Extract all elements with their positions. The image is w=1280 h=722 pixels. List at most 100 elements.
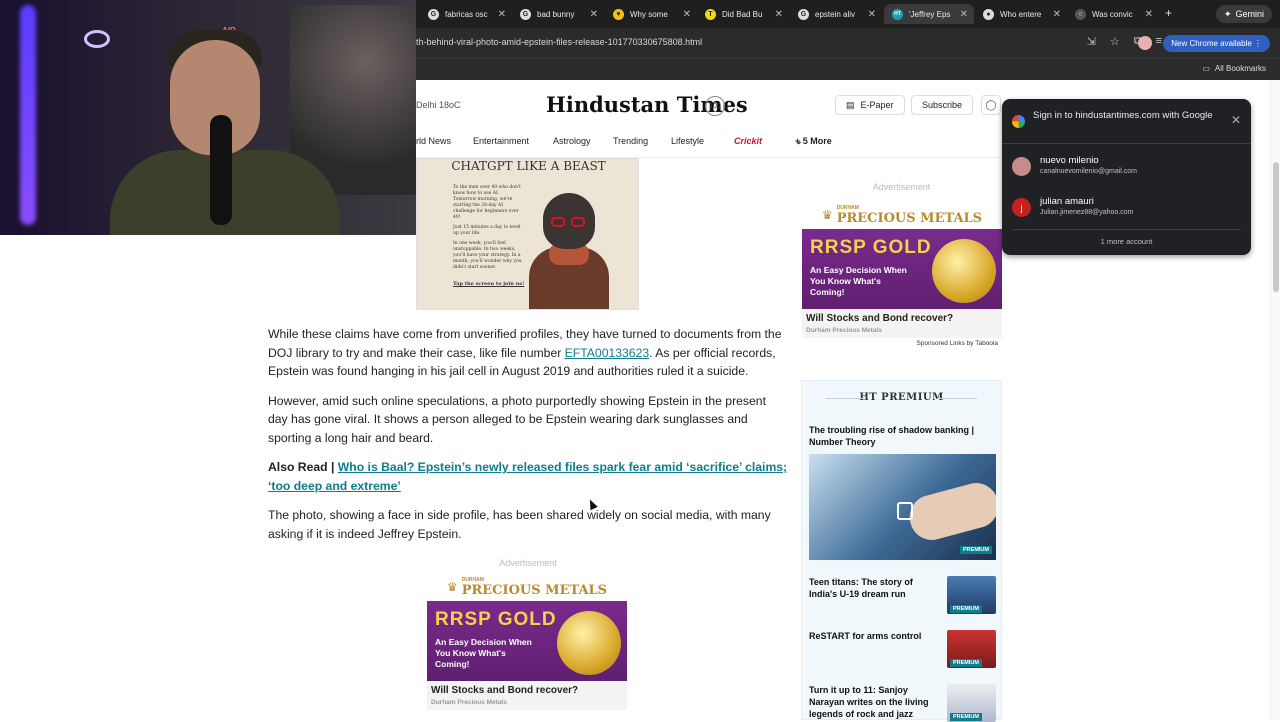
- premium-lead-story[interactable]: The troubling rise of shadow banking | N…: [809, 424, 994, 448]
- sidebar-ad[interactable]: ♛ DURHAM PRECIOUS METALS RRSP GOLD An Easy …: [802, 201, 1002, 349]
- epaper-button[interactable]: ▤ E-Paper: [835, 95, 905, 115]
- tab-label: bad bunny: [537, 9, 575, 19]
- divider: [1002, 143, 1251, 144]
- premium-badge: PREMIUM: [960, 546, 992, 554]
- account-name: nuevo milenio: [1040, 155, 1099, 166]
- promo-image[interactable]: CHATGPT LIKE A BEAST To the men over 40 …: [416, 158, 639, 310]
- account-option[interactable]: j julian amauri Julian.jimenez88@yahoo.c…: [1012, 194, 1242, 222]
- ad-footer: Will Stocks and Bond recover? Durham Prec…: [427, 681, 627, 710]
- account-name: julian amauri: [1040, 196, 1094, 207]
- tab-fabricas[interactable]: Gfabricas osc ✕: [420, 4, 512, 24]
- nav-world-news[interactable]: rld News: [416, 136, 451, 146]
- nav-lifestyle[interactable]: Lifestyle: [671, 136, 704, 146]
- user-account-icon[interactable]: ◯: [981, 95, 1001, 115]
- subscribe-button[interactable]: Subscribe: [911, 95, 974, 115]
- ht-premium-panel: HT PREMIUM The troubling rise of shadow …: [801, 380, 1002, 722]
- divider: [1012, 229, 1241, 230]
- nav-trending[interactable]: Trending: [613, 136, 648, 146]
- promo-line: Just 15 minutes a day to level up your l…: [453, 225, 521, 236]
- nav-cricket[interactable]: Crickit: [734, 136, 762, 146]
- ad-subtext: An Easy Decision When You Know What's Co…: [810, 265, 907, 297]
- tab-bad-bunny[interactable]: Gbad bunny ✕: [512, 4, 604, 24]
- tab-label: 'Jeffrey Eps: [909, 9, 951, 19]
- folder-icon: ▭: [1202, 64, 1210, 73]
- close-tab-icon[interactable]: ✕: [775, 9, 783, 20]
- close-tab-icon[interactable]: ✕: [960, 9, 968, 20]
- tab-search-icon[interactable]: ≡: [1156, 35, 1162, 48]
- profile-avatar[interactable]: [1138, 36, 1152, 50]
- nav-entertainment[interactable]: Entertainment: [473, 136, 529, 146]
- tab-jeffrey-epstein[interactable]: HT 'Jeffrey Eps ✕: [884, 4, 974, 24]
- story-title: ReSTART for arms control: [809, 631, 922, 641]
- promo-headline: CHATGPT LIKE A BEAST: [451, 159, 606, 173]
- avatar: j: [1012, 198, 1031, 217]
- nav-astrology[interactable]: Astrology: [553, 136, 591, 146]
- new-chrome-available-button[interactable]: New Chrome available ⋮: [1163, 35, 1270, 52]
- tab-label: Why some: [630, 9, 668, 19]
- close-tab-icon[interactable]: ✕: [1145, 9, 1153, 20]
- tab-who-entered[interactable]: ● Who entere ✕: [975, 4, 1067, 24]
- google-signin-popup: Sign in to hindustantimes.com with Googl…: [1002, 99, 1251, 255]
- also-read: Also Read | Who is Baal? Epstein’s newly…: [268, 458, 788, 495]
- close-icon[interactable]: ✕: [1231, 113, 1241, 127]
- premium-badge: PREMIUM: [950, 605, 982, 613]
- close-tab-icon[interactable]: ✕: [683, 9, 691, 20]
- tab-epstein-alive[interactable]: Gepstein aliv ✕: [790, 4, 882, 24]
- weather-widget[interactable]: Delhi 18oC: [416, 100, 461, 110]
- bookmark-star-icon[interactable]: ☆: [1110, 35, 1120, 48]
- google-logo-icon: [1012, 115, 1025, 128]
- tab-why-some[interactable]: ♥ Why some ✕: [605, 4, 697, 24]
- newspaper-icon: ▤: [846, 99, 855, 110]
- tab-label: Who entere: [1000, 9, 1042, 19]
- sparkle-icon: ✦: [1223, 8, 1232, 19]
- gemini-label: Gemini: [1235, 9, 1264, 19]
- premium-badge: PREMIUM: [950, 659, 982, 667]
- install-app-icon[interactable]: ⇲: [1087, 35, 1096, 48]
- ad-title: Will Stocks and Bond recover?: [431, 685, 579, 696]
- article-paragraph: However, amid such online speculations, …: [268, 393, 766, 446]
- ad-brand: ♛ DURHAM PRECIOUS METALS: [802, 201, 1002, 229]
- hand-typing: [904, 478, 996, 545]
- tab-label: epstein aliv: [815, 9, 856, 19]
- ad-brand-big: PRECIOUS METALS: [461, 582, 608, 598]
- ad-headline: RRSP GOLD: [435, 609, 557, 630]
- close-tab-icon[interactable]: ✕: [868, 9, 876, 20]
- promo-cta: Tap the screen to join us!: [453, 281, 525, 287]
- tab-was-convicted[interactable]: ○ Was convic ✕: [1067, 4, 1159, 24]
- account-option[interactable]: nuevo milenio canalnuevomilenio@gmail.co…: [1012, 153, 1242, 181]
- efta-file-link[interactable]: EFTA00133623: [565, 346, 649, 360]
- padlock-icon: [897, 502, 913, 520]
- microphone: [210, 115, 232, 225]
- story-title: Teen titans: The story of India's U-19 d…: [809, 577, 913, 599]
- premium-lead-image[interactable]: PREMIUM: [809, 454, 996, 560]
- all-bookmarks-button[interactable]: ▭ All Bookmarks: [1202, 64, 1266, 73]
- promo-text: To the men over 40 who don't know how to…: [453, 185, 523, 275]
- ad-banner: RRSP GOLD An Easy Decision When You Know …: [802, 229, 1002, 309]
- scrollbar-thumb[interactable]: [1273, 162, 1279, 292]
- inline-ad[interactable]: ♛ DURHAM PRECIOUS METALS RRSP GOLD An Easy …: [427, 573, 627, 710]
- site-favicon-icon: T: [705, 8, 716, 20]
- ad-source: Durham Precious Metals: [431, 699, 507, 706]
- sidebar-ad-label: Advertisement: [872, 182, 931, 192]
- new-tab-button[interactable]: +: [1165, 6, 1172, 20]
- google-favicon-icon: G: [798, 8, 809, 20]
- url-field[interactable]: th-behind-viral-photo-amid-epstein-files…: [416, 37, 702, 47]
- logo-100-badge: 100: [705, 96, 725, 116]
- story-title: Turn it up to 11: Sanjoy Narayan writes …: [809, 685, 929, 719]
- close-tab-icon[interactable]: ✕: [590, 9, 598, 20]
- site-header: Delhi 18oC Hindustan Times 100 ▤ E-Paper …: [416, 80, 1006, 158]
- close-tab-icon[interactable]: ✕: [1053, 9, 1061, 20]
- signin-header: Sign in to hindustantimes.com with Googl…: [1033, 110, 1213, 121]
- epaper-label: E-Paper: [860, 100, 894, 110]
- taboola-sponsored-link[interactable]: Sponsored Links by Taboola: [802, 338, 1002, 349]
- tab-did-bad-bunny[interactable]: T Did Bad Bu ✕: [697, 4, 789, 24]
- kebab-menu-icon: ⋮: [1254, 39, 1262, 48]
- close-tab-icon[interactable]: ✕: [498, 9, 506, 20]
- article-paragraph: The photo, showing a face in side profil…: [268, 508, 771, 541]
- more-accounts-link[interactable]: 1 more account: [1002, 237, 1251, 246]
- also-read-link[interactable]: Who is Baal? Epstein’s newly released fi…: [268, 460, 787, 493]
- gemini-button[interactable]: ✦ Gemini: [1215, 5, 1272, 23]
- divider: [937, 398, 977, 399]
- divider: [826, 398, 866, 399]
- page-scrollbar[interactable]: [1270, 80, 1280, 720]
